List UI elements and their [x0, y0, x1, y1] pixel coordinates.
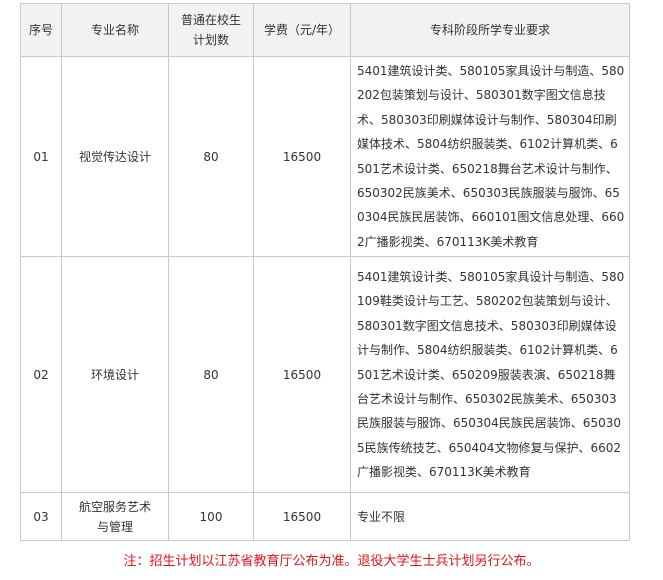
admission-plan-table: 序号 专业名称 普通在校生 计划数 学费（元/年） 专科阶段所学专业要求 01 …: [20, 3, 630, 542]
row-index: 02: [20, 256, 62, 494]
header-fee: 学费（元/年）: [253, 3, 351, 57]
table-header-row: 序号 专业名称 普通在校生 计划数 学费（元/年） 专科阶段所学专业要求: [20, 3, 630, 57]
row-major: 环境设计: [61, 256, 169, 494]
header-plan-line1: 普通在校生: [180, 13, 241, 27]
row-index: 01: [20, 55, 62, 258]
row-fee: 16500: [253, 256, 351, 494]
table-row: 01 视觉传达设计 80 16500 5401建筑设计类、580105家具设计与…: [20, 55, 630, 258]
row-major: 视觉传达设计: [61, 55, 169, 258]
row-plan: 80: [168, 256, 254, 494]
table-row: 02 环境设计 80 16500 5401建筑设计类、580105家具设计与制造…: [20, 256, 630, 494]
row-fee: 16500: [253, 492, 351, 542]
row-plan: 100: [168, 492, 254, 542]
header-plan: 普通在校生 计划数: [168, 3, 254, 57]
row-plan: 80: [168, 55, 254, 258]
row-requirement: 5401建筑设计类、580105家具设计与制造、580202包装策划与设计、58…: [350, 55, 630, 258]
table-row: 03 航空服务艺术与管理 100 16500 专业不限: [20, 492, 630, 542]
header-major: 专业名称: [61, 3, 169, 57]
row-fee: 16500: [253, 55, 351, 258]
footnote: 注：招生计划以江苏省教育厅公布为准。退役大学生士兵计划另行公布。: [123, 554, 540, 569]
row-major: 航空服务艺术与管理: [61, 492, 169, 542]
row-requirement: 5401建筑设计类、580105家具设计与制造、580109鞋类设计与工艺、58…: [350, 256, 630, 494]
row-index: 03: [20, 492, 62, 542]
header-plan-line2: 计划数: [192, 33, 229, 47]
header-requirement: 专科阶段所学专业要求: [350, 3, 630, 57]
row-requirement: 专业不限: [350, 492, 630, 542]
header-index: 序号: [20, 3, 62, 57]
